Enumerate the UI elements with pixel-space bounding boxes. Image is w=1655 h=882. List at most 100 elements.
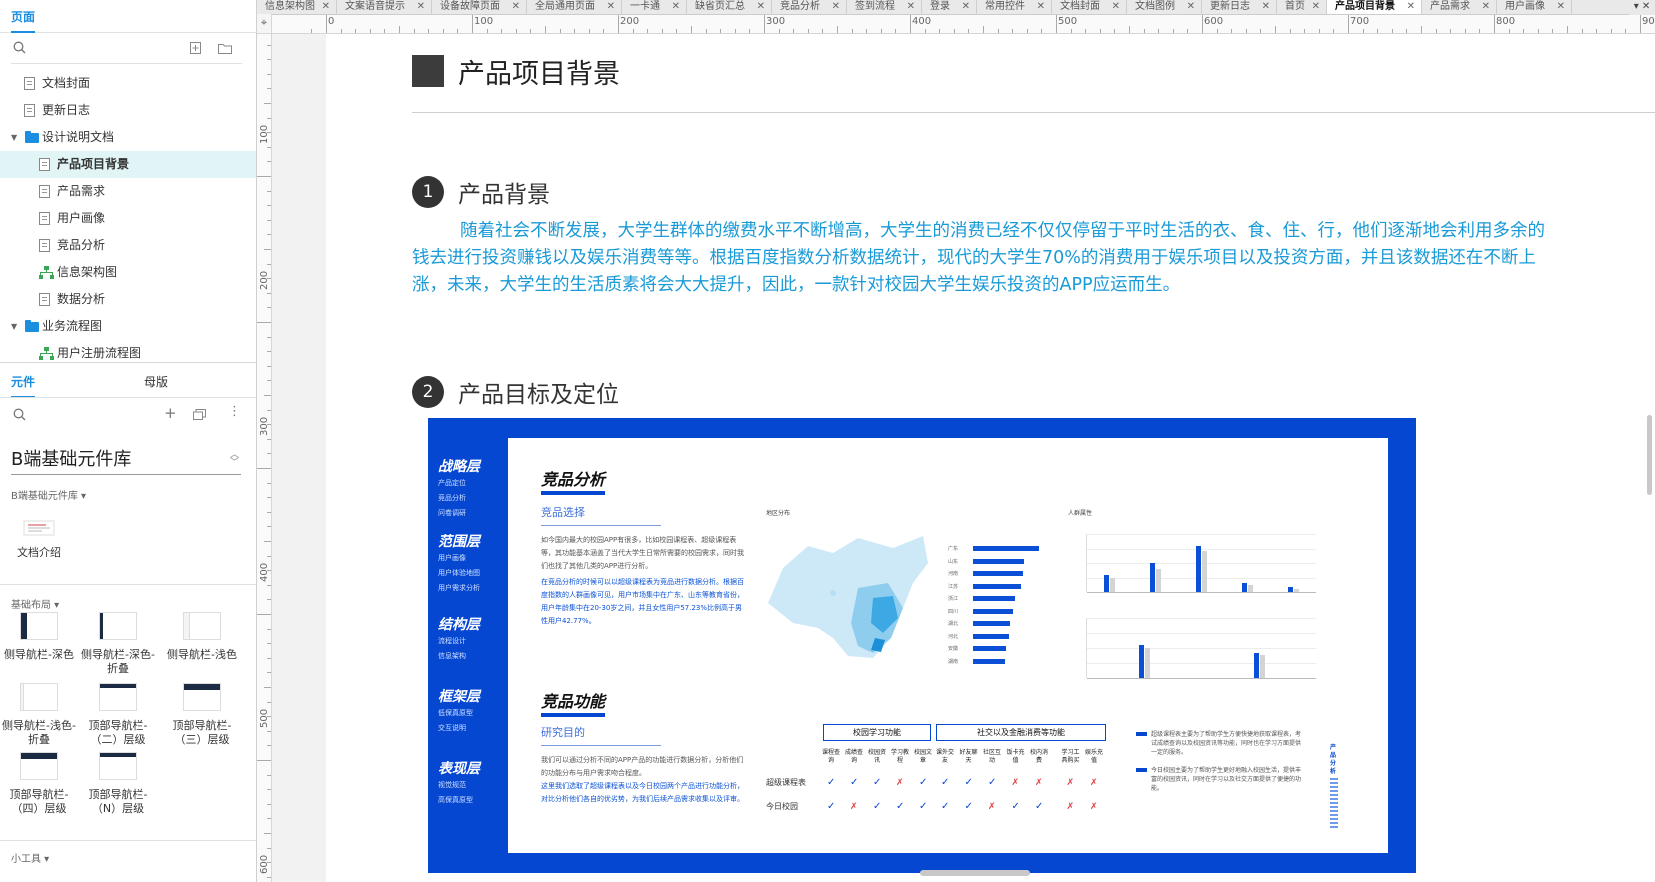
- ruler-tick: [267, 59, 271, 61]
- close-icon[interactable]: ✕: [1407, 0, 1415, 14]
- component-item[interactable]: 顶部导航栏-（三）层级: [163, 683, 241, 747]
- doc-tab[interactable]: 一卡通 ✕: [622, 0, 687, 14]
- canvas[interactable]: 产品项目背景 1 产品背景 随着社会不断发展，大学生群体的缴费水平不断增高，大学…: [272, 34, 1655, 882]
- duplicate-icon[interactable]: [193, 409, 206, 420]
- doc-tab[interactable]: 产品需求 ✕: [1422, 0, 1497, 14]
- doc-tab[interactable]: 签到流程 ✕: [847, 0, 922, 14]
- component-item[interactable]: 侧导航栏-深色-折叠: [79, 612, 157, 676]
- table-column-header: 校园资讯: [867, 749, 886, 764]
- search-icon[interactable]: [13, 408, 26, 421]
- ruler-tick: [413, 29, 415, 33]
- caret-down-icon[interactable]: ▼: [11, 313, 17, 340]
- close-icon[interactable]: ✕: [757, 0, 765, 14]
- doc-tab[interactable]: 设备故障页面 ✕: [432, 0, 527, 14]
- doc-tab[interactable]: 文档封面 ✕: [1052, 0, 1127, 14]
- component-item[interactable]: 侧导航栏-浅色: [163, 612, 241, 662]
- tab-overflow-menu[interactable]: ▾ ✕: [1629, 0, 1655, 15]
- tree-item[interactable]: 更新日志: [0, 97, 256, 124]
- layout-section-heading[interactable]: 基础布局 ▾: [11, 596, 59, 611]
- component-item[interactable]: 顶部导航栏-（N）层级: [79, 752, 157, 816]
- component-item[interactable]: 顶部导航栏-（四）层级: [0, 752, 78, 816]
- tree-item-label: 数据分析: [57, 292, 106, 306]
- caret-down-icon[interactable]: ▼: [11, 124, 17, 151]
- tree-item[interactable]: 竞品分析: [0, 232, 256, 259]
- close-icon[interactable]: ✕: [962, 0, 970, 14]
- doc-tab[interactable]: 文案语音提示 ✕: [337, 0, 432, 14]
- close-icon[interactable]: ✕: [1482, 0, 1490, 14]
- close-icon[interactable]: ✕: [832, 0, 840, 14]
- horizontal-ruler[interactable]: 0 100 200 300 400 500 600 700 800 900: [272, 15, 1655, 34]
- doc-tab[interactable]: 文档图例 ✕: [1127, 0, 1202, 14]
- tree-item-label: 信息架构图: [57, 265, 118, 279]
- product-analysis-infographic[interactable]: 战略层 产品定位 竞品分析 问卷调研 范围层 用户画像 用户体验地图 用户需求分析 结构层 流程设…: [428, 418, 1416, 873]
- bar-category-label: 广东: [948, 546, 959, 552]
- ruler-tick: [764, 15, 765, 33]
- doc-tab-label: 一卡通: [630, 1, 660, 12]
- tools-section-heading[interactable]: 小工具 ▾: [11, 850, 49, 865]
- component-item[interactable]: 侧导航栏-深色: [0, 612, 78, 662]
- doc-tab-label: 竞品分析: [780, 1, 820, 12]
- component-doc-intro[interactable]: 文档介绍: [0, 518, 78, 560]
- tree-item[interactable]: ▼ 业务流程图: [0, 313, 256, 340]
- tree-item[interactable]: 用户画像: [0, 205, 256, 232]
- ruler-tick: [267, 73, 271, 75]
- ruler-tick: [267, 380, 271, 382]
- doc-tab[interactable]: 缺省页汇总 ✕: [687, 0, 772, 14]
- component-item[interactable]: 侧导航栏-浅色-折叠: [0, 683, 78, 747]
- doc-tab[interactable]: 竞品分析 ✕: [772, 0, 847, 14]
- close-icon[interactable]: ✕: [607, 0, 615, 14]
- doc-tab[interactable]: 更新日志 ✕: [1202, 0, 1277, 14]
- pages-tab[interactable]: 页面: [11, 8, 36, 33]
- close-icon[interactable]: ✕: [907, 0, 915, 14]
- close-icon[interactable]: ✕: [1262, 0, 1270, 14]
- search-icon[interactable]: [13, 41, 26, 54]
- cross-icon: ✗: [988, 802, 996, 812]
- library-select[interactable]: B端基础元件库 ︿ ﹀: [11, 449, 241, 475]
- doc-tab[interactable]: 登录 ✕: [922, 0, 977, 14]
- tree-item[interactable]: 信息架构图: [0, 259, 256, 286]
- ruler-number: 500: [1058, 16, 1078, 27]
- close-icon[interactable]: ✕: [1557, 0, 1565, 14]
- divider: [11, 63, 242, 64]
- close-icon[interactable]: ✕: [322, 0, 330, 14]
- doc-tab[interactable]: 常用控件 ✕: [977, 0, 1052, 14]
- add-page-icon[interactable]: [190, 42, 201, 54]
- doc-tab[interactable]: 信息架构图 ✕: [257, 0, 337, 14]
- close-icon[interactable]: ✕: [512, 0, 520, 14]
- ruler-tick: [486, 29, 488, 33]
- layer-sub-item: 用户画像: [438, 554, 466, 562]
- vertical-ruler[interactable]: 100 200 300 400 500 600: [257, 34, 272, 882]
- ruler-tick: [340, 29, 342, 33]
- tree-item[interactable]: 产品需求: [0, 178, 256, 205]
- add-folder-icon[interactable]: [218, 43, 232, 54]
- page-artboard[interactable]: 产品项目背景 1 产品背景 随着社会不断发展，大学生群体的缴费水平不断增高，大学…: [326, 34, 1655, 882]
- ruler-tick: [1537, 29, 1539, 33]
- vertical-scrollbar[interactable]: [1647, 415, 1652, 495]
- legend-text: 今日校园主要为了帮助学生更好地融入校园生活，提供丰富的校园资讯，同时在学习以及社…: [1151, 767, 1302, 792]
- close-icon[interactable]: ✕: [1312, 0, 1320, 14]
- thumbnail-shape: [100, 684, 136, 688]
- masters-tab[interactable]: 母版: [144, 373, 168, 390]
- doc-tab[interactable]: 用户画像 ✕: [1497, 0, 1572, 14]
- tree-item[interactable]: 数据分析: [0, 286, 256, 313]
- doc-tab[interactable]: 全局通用页面 ✕: [527, 0, 622, 14]
- add-library-icon[interactable]: +: [164, 404, 177, 422]
- close-icon[interactable]: ✕: [1037, 0, 1045, 14]
- close-icon[interactable]: ✕: [672, 0, 680, 14]
- more-options-icon[interactable]: ⋮: [228, 404, 241, 420]
- tree-item[interactable]: ▼ 设计说明文档: [0, 124, 256, 151]
- close-icon[interactable]: ✕: [1112, 0, 1120, 14]
- tree-item[interactable]: 产品项目背景: [0, 151, 256, 178]
- horizontal-scrollbar[interactable]: [920, 870, 1030, 876]
- doc-tab[interactable]: 首页 ✕: [1277, 0, 1327, 14]
- bar-mark: [1110, 577, 1115, 592]
- components-tab[interactable]: 元件: [11, 373, 36, 398]
- component-item[interactable]: 顶部导航栏-（二）层级: [79, 683, 157, 747]
- doc-tab[interactable]: 产品项目背景 ✕: [1327, 0, 1422, 14]
- library-section-heading[interactable]: B端基础元件库 ▾: [11, 487, 86, 502]
- close-icon[interactable]: ✕: [417, 0, 425, 14]
- ruler-corner[interactable]: ⌖: [257, 14, 272, 34]
- ruler-tick: [1129, 26, 1130, 33]
- close-icon[interactable]: ✕: [1187, 0, 1195, 14]
- tree-item[interactable]: 文档封面: [0, 70, 256, 97]
